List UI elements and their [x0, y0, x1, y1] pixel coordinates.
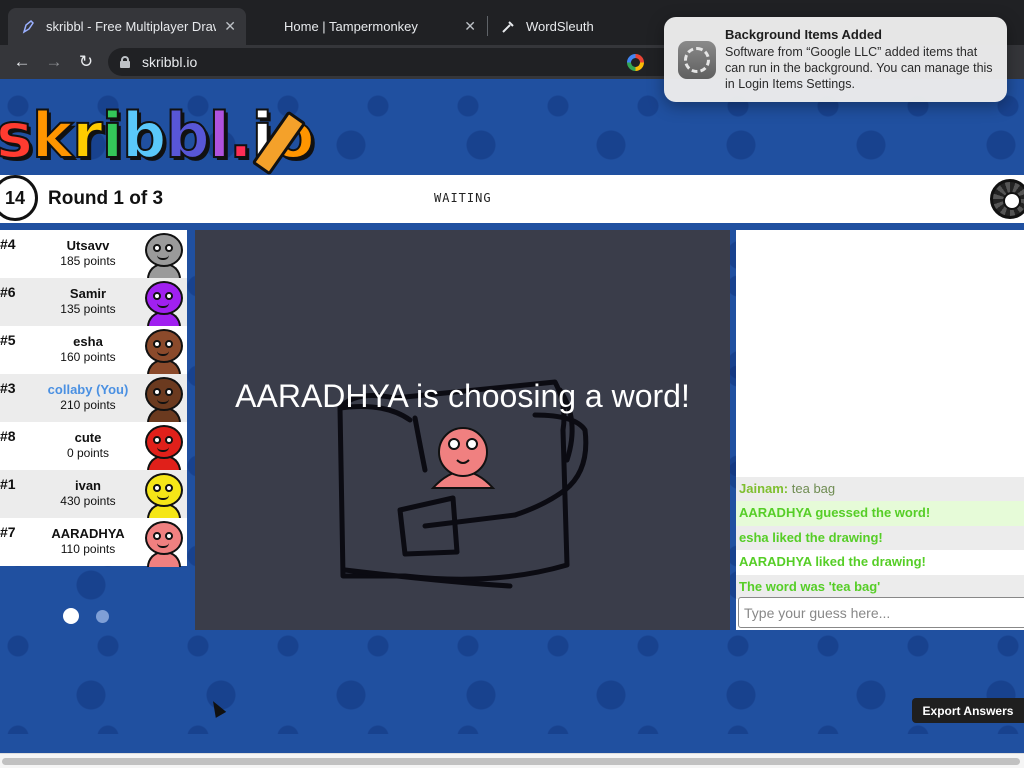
- url-text: skribbl.io: [142, 54, 198, 70]
- player-avatar-icon: [143, 233, 185, 279]
- page-dot-active[interactable]: [63, 608, 79, 624]
- tab-title: WordSleuth: [526, 19, 594, 34]
- player-avatar-icon: [143, 329, 185, 375]
- chat-message: The word was 'tea bag': [736, 574, 1024, 599]
- horizontal-scrollbar[interactable]: [0, 753, 1024, 768]
- close-icon[interactable]: ✕: [224, 18, 236, 35]
- settings-gear-icon: [678, 41, 716, 79]
- skribbl-page: skribbl.io 14 Round 1 of 3 WAITING #4Uts…: [0, 79, 1024, 734]
- player-avatar-icon: [143, 521, 185, 567]
- player-avatar-icon: [143, 377, 185, 423]
- chat-message: AARADHYA guessed the word!: [736, 501, 1024, 526]
- tab-title: Home | Tampermonkey: [284, 19, 418, 34]
- export-answers-button[interactable]: Export Answers: [912, 698, 1024, 723]
- chat-author: Jainam:: [739, 480, 789, 496]
- chat-message: Jainam: tea bag: [736, 476, 1024, 501]
- forward-arrow-icon[interactable]: →: [38, 47, 70, 77]
- timer-clock-icon: 14: [0, 175, 38, 221]
- chat-message: AARADHYA liked the drawing!: [739, 554, 926, 569]
- timer-value: 14: [4, 187, 26, 208]
- player-list: #4 Utsavv 185 points #6 Samir 135 points #5 esh…: [0, 230, 187, 567]
- scrollbar-thumb[interactable]: [2, 758, 1020, 765]
- player-row[interactable]: #3 collaby (You) 210 points: [0, 374, 187, 423]
- player-row[interactable]: #6 Samir 135 points: [0, 278, 187, 327]
- back-arrow-icon[interactable]: ←: [6, 47, 38, 77]
- close-icon[interactable]: ✕: [464, 18, 476, 35]
- player-avatar-icon: [143, 425, 185, 471]
- chat-panel: Jainam: tea bag AARADHYA guessed the word…: [736, 230, 1024, 630]
- chat-message: esha liked the drawing!: [736, 525, 1024, 550]
- round-label: Round 1 of 3: [48, 188, 164, 209]
- drawing-strokes: [337, 379, 589, 589]
- player-row[interactable]: #8 cute 0 points: [0, 422, 187, 471]
- notification-body: Software from “Google LLC” added items t…: [725, 45, 993, 91]
- guess-input[interactable]: [738, 597, 1024, 628]
- player-row[interactable]: #5 esha 160 points: [0, 326, 187, 375]
- player-avatar-icon: [143, 281, 185, 327]
- chat-text: tea bag: [791, 480, 836, 496]
- player-row[interactable]: #7 AARADHYA 110 points: [0, 518, 187, 567]
- player-row[interactable]: #4 Utsavv 185 points: [0, 230, 187, 279]
- player-row[interactable]: #1 ivan 430 points: [0, 470, 187, 519]
- game-header: 14 Round 1 of 3 WAITING: [0, 175, 1024, 223]
- wordsleuth-icon: [500, 19, 516, 35]
- tab-tampermonkey[interactable]: Home | Tampermonkey ✕: [248, 8, 486, 45]
- gear-icon[interactable]: [990, 179, 1024, 219]
- reload-icon[interactable]: ↻: [70, 47, 102, 77]
- drawer-avatar: [430, 427, 496, 489]
- game-status: WAITING: [434, 191, 492, 205]
- pencil-icon: [20, 19, 36, 35]
- canvas-message: AARADHYA is choosing a word!: [235, 378, 690, 414]
- player-avatar-icon: [143, 473, 185, 519]
- lock-icon: [120, 56, 130, 68]
- notification-title: Background Items Added: [725, 27, 882, 42]
- address-bar[interactable]: skribbl.io: [108, 48, 688, 76]
- tab-skribbl[interactable]: skribbl - Free Multiplayer Draw ✕: [8, 8, 246, 45]
- google-icon[interactable]: [627, 54, 644, 71]
- tab-wordsleuth[interactable]: WordSleuth: [488, 8, 663, 45]
- background-items-notification[interactable]: Background Items Added Software from “Go…: [664, 17, 1007, 102]
- chat-messages: Jainam: tea bag AARADHYA guessed the word…: [736, 476, 1024, 599]
- tab-title: skribbl - Free Multiplayer Draw: [46, 19, 216, 34]
- drawing-canvas[interactable]: AARADHYA is choosing a word!: [195, 230, 730, 630]
- page-dot[interactable]: [96, 610, 109, 623]
